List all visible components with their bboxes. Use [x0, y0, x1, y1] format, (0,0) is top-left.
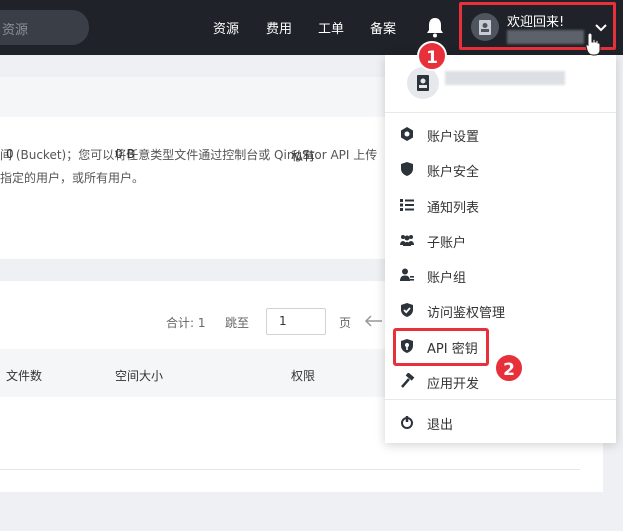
nav-resources[interactable]: 资源 [213, 18, 239, 37]
arrow-left-icon[interactable] [364, 315, 384, 327]
menu-item-label: 退出 [427, 418, 454, 433]
bell-icon[interactable] [425, 16, 445, 38]
bucket-info-card: 间 (Bucket)；您可以将任意类型文件通过控制台或 QingStor API… [0, 77, 385, 259]
menu-item-label: 账户设置 [427, 130, 480, 145]
search-input[interactable]: 资源 [0, 10, 89, 45]
gear-hex-icon [401, 127, 413, 141]
hand-cursor-icon [585, 32, 601, 56]
user-group-icon [400, 268, 414, 281]
menu-item-label: 账户安全 [427, 165, 480, 180]
menu-item-access-auth[interactable]: 访问鉴权管理 [385, 295, 616, 325]
top-navigation-bar: 资源 资源 费用 工单 备案 欢迎回来! [0, 0, 623, 55]
users-icon [400, 235, 414, 246]
welcome-text: 欢迎回来! [507, 15, 565, 30]
cell-space-size: 0 B [115, 147, 135, 161]
menu-divider [385, 399, 616, 400]
pager-page-label: 页 [339, 316, 352, 330]
bucket-description-line2: 指定的用户，或所有用户。 [0, 171, 145, 185]
step-badge-1: 1 [417, 41, 447, 71]
api-key-highlight-box [393, 328, 489, 366]
menu-item-sub-accounts[interactable]: 子账户 [385, 225, 616, 255]
column-space-size[interactable]: 空间大小 [115, 367, 163, 384]
column-file-count[interactable]: 文件数 [6, 367, 42, 384]
account-name-redacted [507, 30, 584, 44]
hammer-icon [401, 373, 415, 388]
bucket-description-line1: 间 (Bucket)；您可以将任意类型文件通过控制台或 QingStor API… [0, 148, 378, 162]
nav-billing[interactable]: 费用 [266, 18, 292, 37]
badge-icon [479, 20, 491, 35]
menu-item-label: 通知列表 [427, 201, 480, 216]
cell-permission: 私有 [291, 149, 316, 163]
menu-item-label: 访问鉴权管理 [427, 306, 506, 321]
menu-item-account-settings[interactable]: 账户设置 [385, 119, 616, 149]
search-placeholder: 资源 [2, 23, 29, 38]
avatar [471, 13, 499, 41]
card-header [0, 77, 385, 117]
menu-item-label: 账户组 [427, 271, 467, 286]
column-permission[interactable]: 权限 [291, 367, 315, 384]
nav-filing[interactable]: 备案 [370, 18, 396, 37]
menu-item-notifications[interactable]: 通知列表 [385, 190, 616, 220]
menu-item-account-security[interactable]: 账户安全 [385, 154, 616, 184]
menu-item-account-group[interactable]: 账户组 [385, 260, 616, 290]
pager-total: 合计: 1 [166, 316, 206, 330]
step-badge-2: 2 [494, 353, 524, 383]
cell-file-count: 0 [6, 147, 14, 161]
menu-item-label: 应用开发 [427, 377, 480, 392]
page-number-input[interactable]: 1 [266, 308, 326, 335]
shield-check-icon [401, 303, 413, 317]
shield-icon [401, 162, 413, 176]
pager-jump-label: 跳至 [225, 316, 250, 330]
menu-divider [385, 112, 616, 113]
table-row-divider [0, 469, 580, 470]
power-icon [401, 416, 413, 429]
account-name-redacted [445, 71, 565, 85]
list-icon [400, 199, 414, 211]
menu-item-label: 子账户 [427, 236, 467, 251]
nav-tickets[interactable]: 工单 [318, 18, 344, 37]
user-dropdown-menu: 账户设置 账户安全 通知列表 子账户 账户组 访问鉴权管理 API 密钥 应用开… [385, 55, 616, 443]
menu-item-logout[interactable]: 退出 [385, 407, 616, 437]
